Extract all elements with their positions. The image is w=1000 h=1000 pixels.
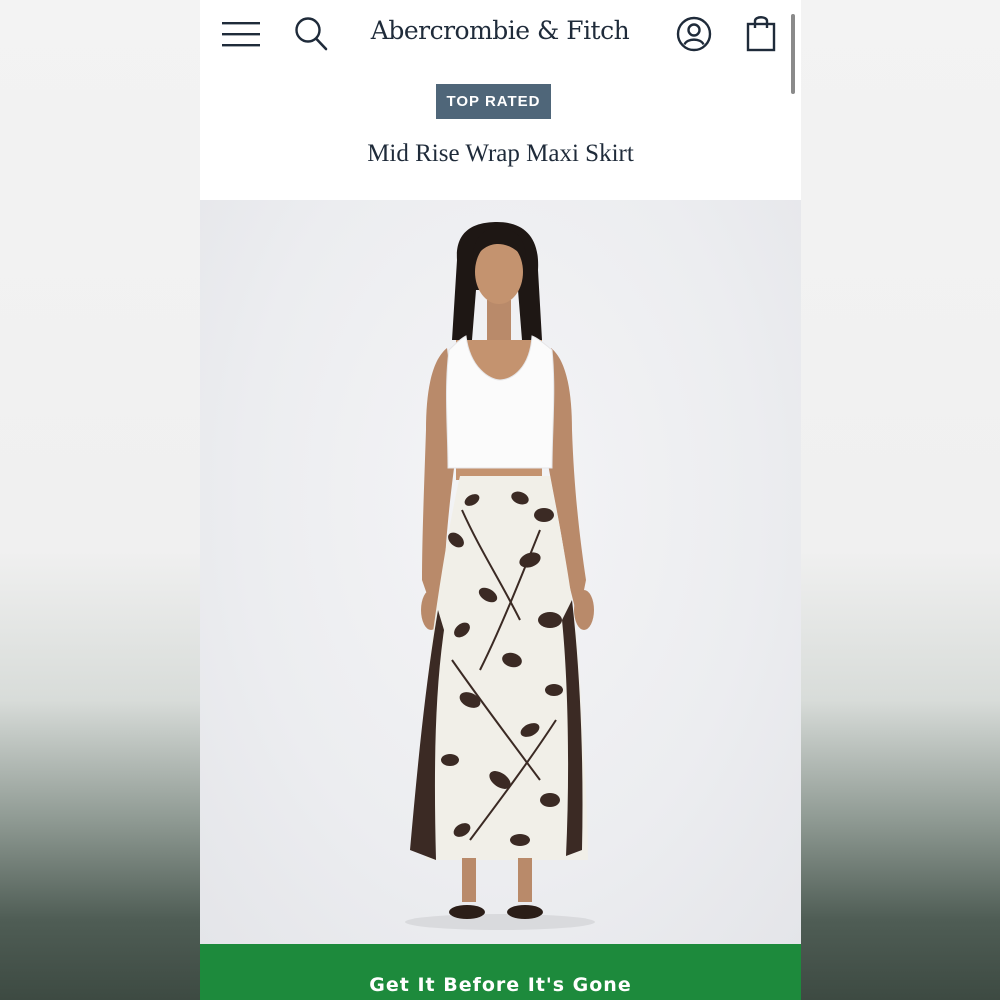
site-header: Abercrombie & Fitch (200, 0, 801, 70)
get-it-before-its-gone-button[interactable]: Get It Before It's Gone (200, 944, 801, 1000)
scrollbar[interactable] (791, 14, 795, 94)
product-image[interactable] (200, 200, 801, 944)
model-illustration (405, 222, 595, 930)
product-title: Mid Rise Wrap Maxi Skirt (367, 140, 634, 167)
menu-icon[interactable] (222, 20, 260, 48)
search-icon[interactable] (294, 16, 328, 52)
top-rated-badge: TOP RATED (436, 84, 551, 119)
mobile-product-page: Abercrombie & Fitch TOP RATED Mid Rise W… (200, 0, 801, 1000)
account-icon[interactable] (676, 16, 712, 52)
brand-logo[interactable]: Abercrombie & Fitch (360, 16, 640, 45)
shopping-bag-icon[interactable] (746, 14, 776, 52)
